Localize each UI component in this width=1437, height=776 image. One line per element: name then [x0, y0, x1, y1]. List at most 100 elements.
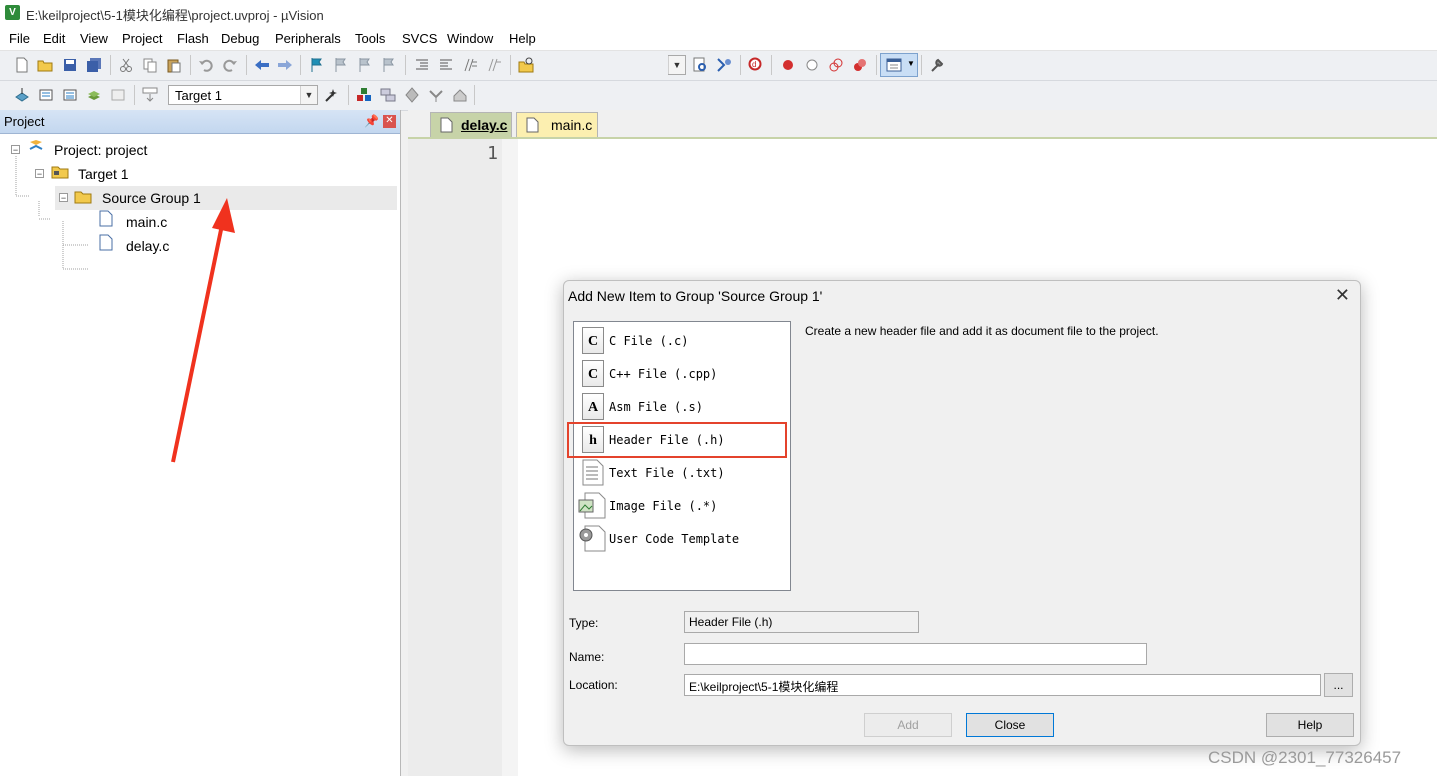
menu-svcs[interactable]: SVCS: [402, 31, 437, 46]
help-button[interactable]: Help: [1266, 713, 1354, 737]
menu-flash[interactable]: Flash: [177, 31, 209, 46]
add-button[interactable]: Add: [864, 713, 952, 737]
browse-button[interactable]: ...: [1324, 673, 1353, 697]
close-button[interactable]: Close: [966, 713, 1054, 737]
redo-icon[interactable]: [222, 57, 238, 73]
collapse-group-toggle[interactable]: −: [59, 193, 68, 203]
download-load-icon[interactable]: [142, 87, 158, 103]
next-bookmark-icon[interactable]: [357, 57, 373, 73]
annotation-arrow: [171, 198, 235, 463]
comment-icon[interactable]: [462, 57, 478, 73]
list-item-label: Asm File (.s): [609, 400, 703, 414]
prev-bookmark-icon[interactable]: [333, 57, 349, 73]
select-software-packs-icon[interactable]: [428, 87, 444, 103]
unindent-icon[interactable]: [438, 57, 454, 73]
chevron-down-icon: ▼: [907, 59, 915, 68]
annotation-highlight-box: [567, 422, 787, 458]
undo-icon[interactable]: [198, 57, 214, 73]
target-select[interactable]: Target 1 ▼: [168, 85, 318, 105]
rebuild-icon[interactable]: [62, 87, 78, 103]
paste-icon[interactable]: [166, 57, 182, 73]
location-input[interactable]: E:\keilproject\5-1模块化编程: [684, 674, 1321, 696]
toolbar-separator: [348, 85, 349, 105]
menu-peripherals[interactable]: Peripherals: [275, 31, 341, 46]
navigate-back-icon[interactable]: [254, 57, 270, 73]
tree-target[interactable]: Target 1: [78, 166, 129, 182]
menu-debug[interactable]: Debug: [221, 31, 259, 46]
menu-help[interactable]: Help: [509, 31, 536, 46]
debug-session-icon[interactable]: d: [748, 57, 764, 73]
list-item-c-file[interactable]: C C File (.c): [574, 324, 790, 357]
manage-components-icon[interactable]: [356, 87, 372, 103]
navigate-forward-icon[interactable]: [277, 57, 293, 73]
chevron-down-icon[interactable]: ▼: [668, 56, 685, 74]
copy-icon[interactable]: [142, 57, 158, 73]
tab-main-c-label: main.c: [551, 117, 593, 133]
clear-bookmarks-icon[interactable]: [381, 57, 397, 73]
menu-file[interactable]: File: [9, 31, 30, 46]
collapse-target-toggle[interactable]: −: [35, 169, 44, 179]
new-file-icon[interactable]: [14, 57, 30, 73]
menu-tools[interactable]: Tools: [355, 31, 385, 46]
group-folder-icon: [74, 191, 92, 204]
menu-window[interactable]: Window: [447, 31, 493, 46]
file-icon: [440, 117, 453, 133]
file-icon: [526, 117, 539, 133]
target-select-value: Target 1: [175, 88, 222, 103]
window-layout-button[interactable]: ▼: [880, 53, 918, 77]
list-item-cpp-file[interactable]: C C++ File (.cpp): [574, 357, 790, 390]
template-icon: [579, 525, 606, 552]
svg-text:d: d: [752, 60, 756, 69]
incremental-find-icon[interactable]: [716, 57, 732, 73]
file-extensions-icon[interactable]: [380, 87, 396, 103]
list-item-user-code-template[interactable]: User Code Template: [574, 522, 790, 555]
list-item-image-file[interactable]: Image File (.*): [574, 489, 790, 522]
pin-icon[interactable]: 📌: [364, 114, 379, 128]
menu-project[interactable]: Project: [122, 31, 162, 46]
line-number: 1: [487, 143, 498, 164]
find-combo[interactable]: ▼: [668, 55, 686, 75]
collapse-project-toggle[interactable]: −: [11, 145, 20, 155]
batch-build-icon[interactable]: [86, 87, 102, 103]
toolbar-separator: [300, 55, 301, 75]
kill-all-breakpoints-icon[interactable]: [852, 57, 868, 73]
build-icon[interactable]: [38, 87, 54, 103]
find-icon[interactable]: [692, 57, 708, 73]
translate-icon[interactable]: [14, 87, 30, 103]
window-layout-icon: [886, 58, 902, 72]
manage-run-time-icon[interactable]: [452, 87, 468, 103]
cut-icon[interactable]: [118, 57, 134, 73]
toolbar-separator: [771, 55, 772, 75]
disable-all-breakpoints-icon[interactable]: [828, 57, 844, 73]
pack-installer-icon[interactable]: [404, 87, 420, 103]
indent-icon[interactable]: [414, 57, 430, 73]
list-item-text-file[interactable]: Text File (.txt): [574, 456, 790, 489]
project-pane-title: Project: [4, 114, 45, 129]
tab-main-c[interactable]: main.c: [516, 112, 598, 137]
find-in-files-icon[interactable]: [518, 57, 534, 73]
toolbar-separator: [510, 55, 511, 75]
uncomment-icon[interactable]: [486, 57, 502, 73]
bookmark-icon[interactable]: [309, 57, 325, 73]
name-input[interactable]: [684, 643, 1147, 665]
list-item-asm-file[interactable]: A Asm File (.s): [574, 390, 790, 423]
chevron-down-icon[interactable]: ▼: [300, 86, 317, 104]
disable-breakpoint-icon[interactable]: [804, 57, 820, 73]
stop-build-icon[interactable]: [110, 87, 126, 103]
save-all-icon[interactable]: [86, 57, 102, 73]
target-options-icon[interactable]: [324, 87, 340, 103]
tree-project-root[interactable]: Project: project: [54, 142, 147, 158]
insert-breakpoint-icon[interactable]: [780, 57, 796, 73]
close-pane-icon[interactable]: ✕: [383, 115, 396, 128]
menu-view[interactable]: View: [80, 31, 108, 46]
open-folder-icon[interactable]: [37, 57, 53, 73]
tab-delay-c[interactable]: delay.c: [430, 112, 512, 137]
type-value: Header File (.h): [684, 611, 919, 633]
file-toolbar: ▼ d ▼: [0, 51, 1437, 81]
close-icon[interactable]: ✕: [1335, 285, 1350, 306]
toolbar-separator: [246, 55, 247, 75]
menu-edit[interactable]: Edit: [43, 31, 65, 46]
save-icon[interactable]: [62, 57, 78, 73]
configure-wrench-icon[interactable]: [929, 57, 945, 73]
name-label: Name:: [569, 650, 605, 664]
